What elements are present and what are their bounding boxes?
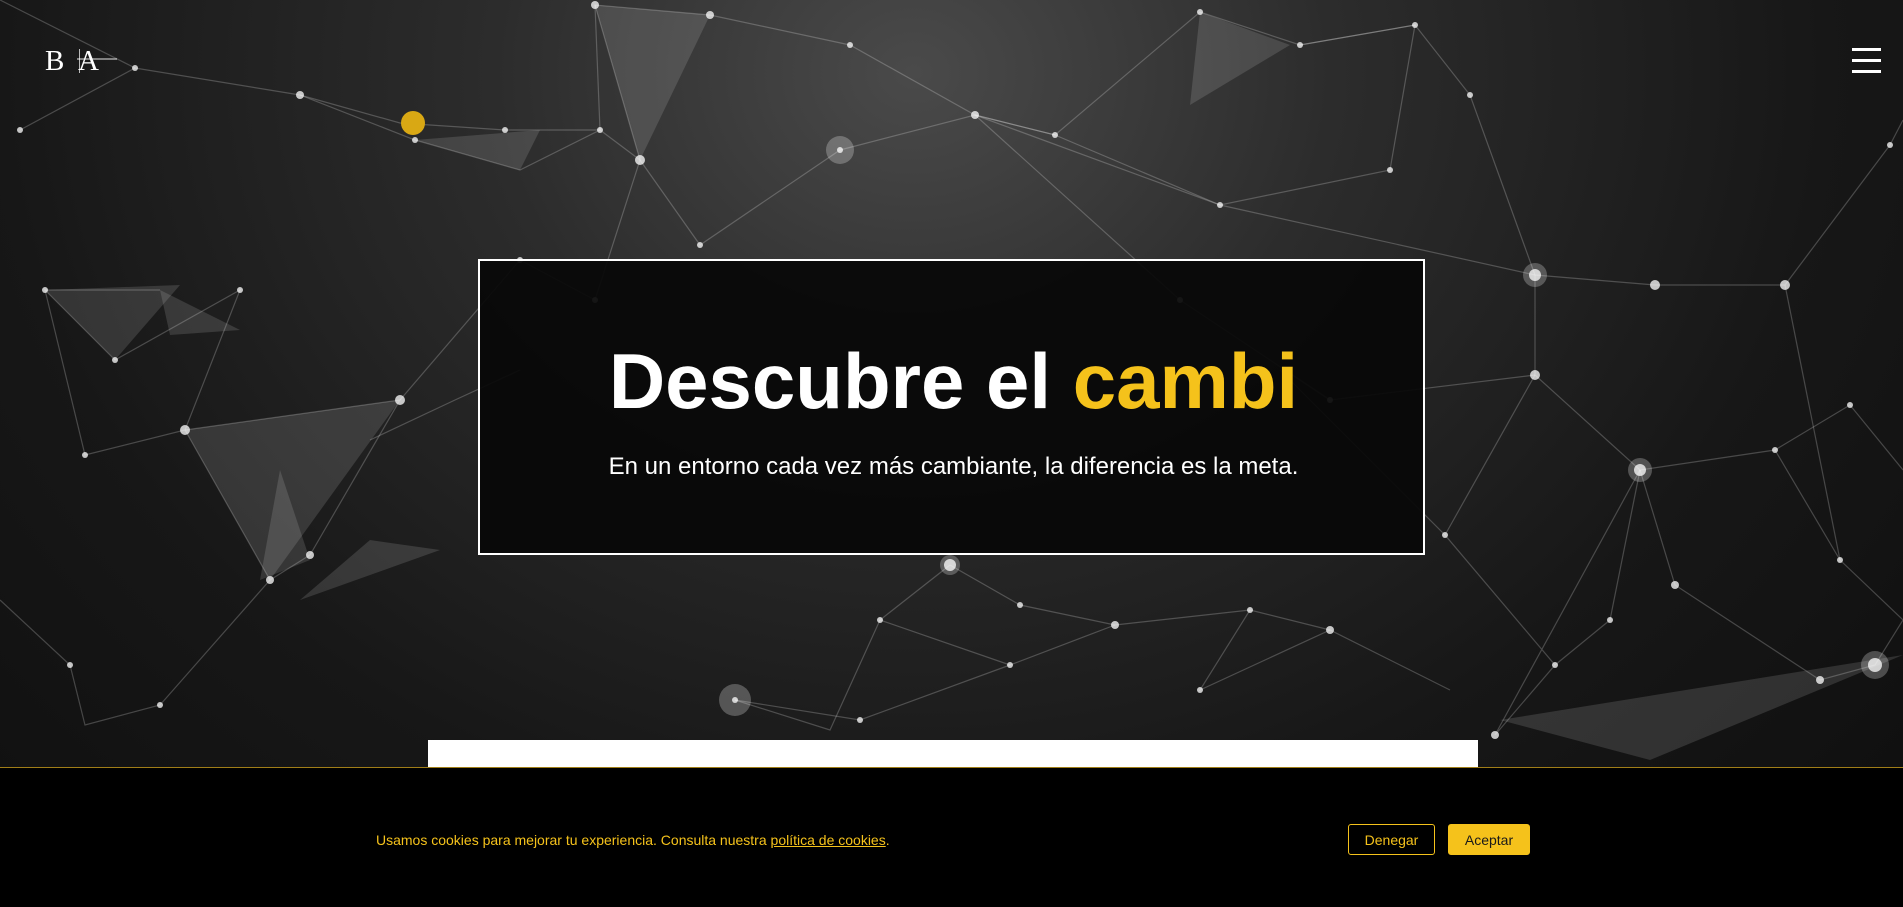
- hero-card: Descubre el cambi En un entorno cada vez…: [478, 259, 1425, 555]
- accept-cookies-button[interactable]: Aceptar: [1448, 824, 1530, 855]
- hero-title: Descubre el cambi: [480, 341, 1427, 421]
- menu-bar-bottom: [1852, 70, 1881, 73]
- cookie-banner: Usamos cookies para mejorar tu experienc…: [0, 767, 1903, 907]
- hero-title-accent: cambi: [1072, 337, 1299, 425]
- menu-bar-middle: [1852, 59, 1881, 62]
- menu-bar-top: [1852, 48, 1881, 51]
- brand-logo[interactable]: B A: [45, 45, 117, 77]
- cookie-policy-link[interactable]: política de cookies: [771, 832, 886, 848]
- content-section-top: [428, 740, 1478, 768]
- cookie-message-end: .: [885, 832, 890, 848]
- logo-divider: [79, 49, 80, 73]
- cursor-dot: [401, 111, 425, 135]
- deny-cookies-button[interactable]: Denegar: [1348, 824, 1435, 855]
- logo-underline: [77, 58, 117, 60]
- hero-subtitle: En un entorno cada vez más cambiante, la…: [608, 453, 1299, 480]
- cookie-message-text: Usamos cookies para mejorar tu experienc…: [376, 832, 771, 848]
- cookie-message: Usamos cookies para mejorar tu experienc…: [376, 831, 890, 849]
- logo-text: B A: [45, 45, 103, 77]
- hero-title-main: Descubre el: [608, 337, 1073, 425]
- hamburger-menu-icon[interactable]: [1852, 48, 1881, 76]
